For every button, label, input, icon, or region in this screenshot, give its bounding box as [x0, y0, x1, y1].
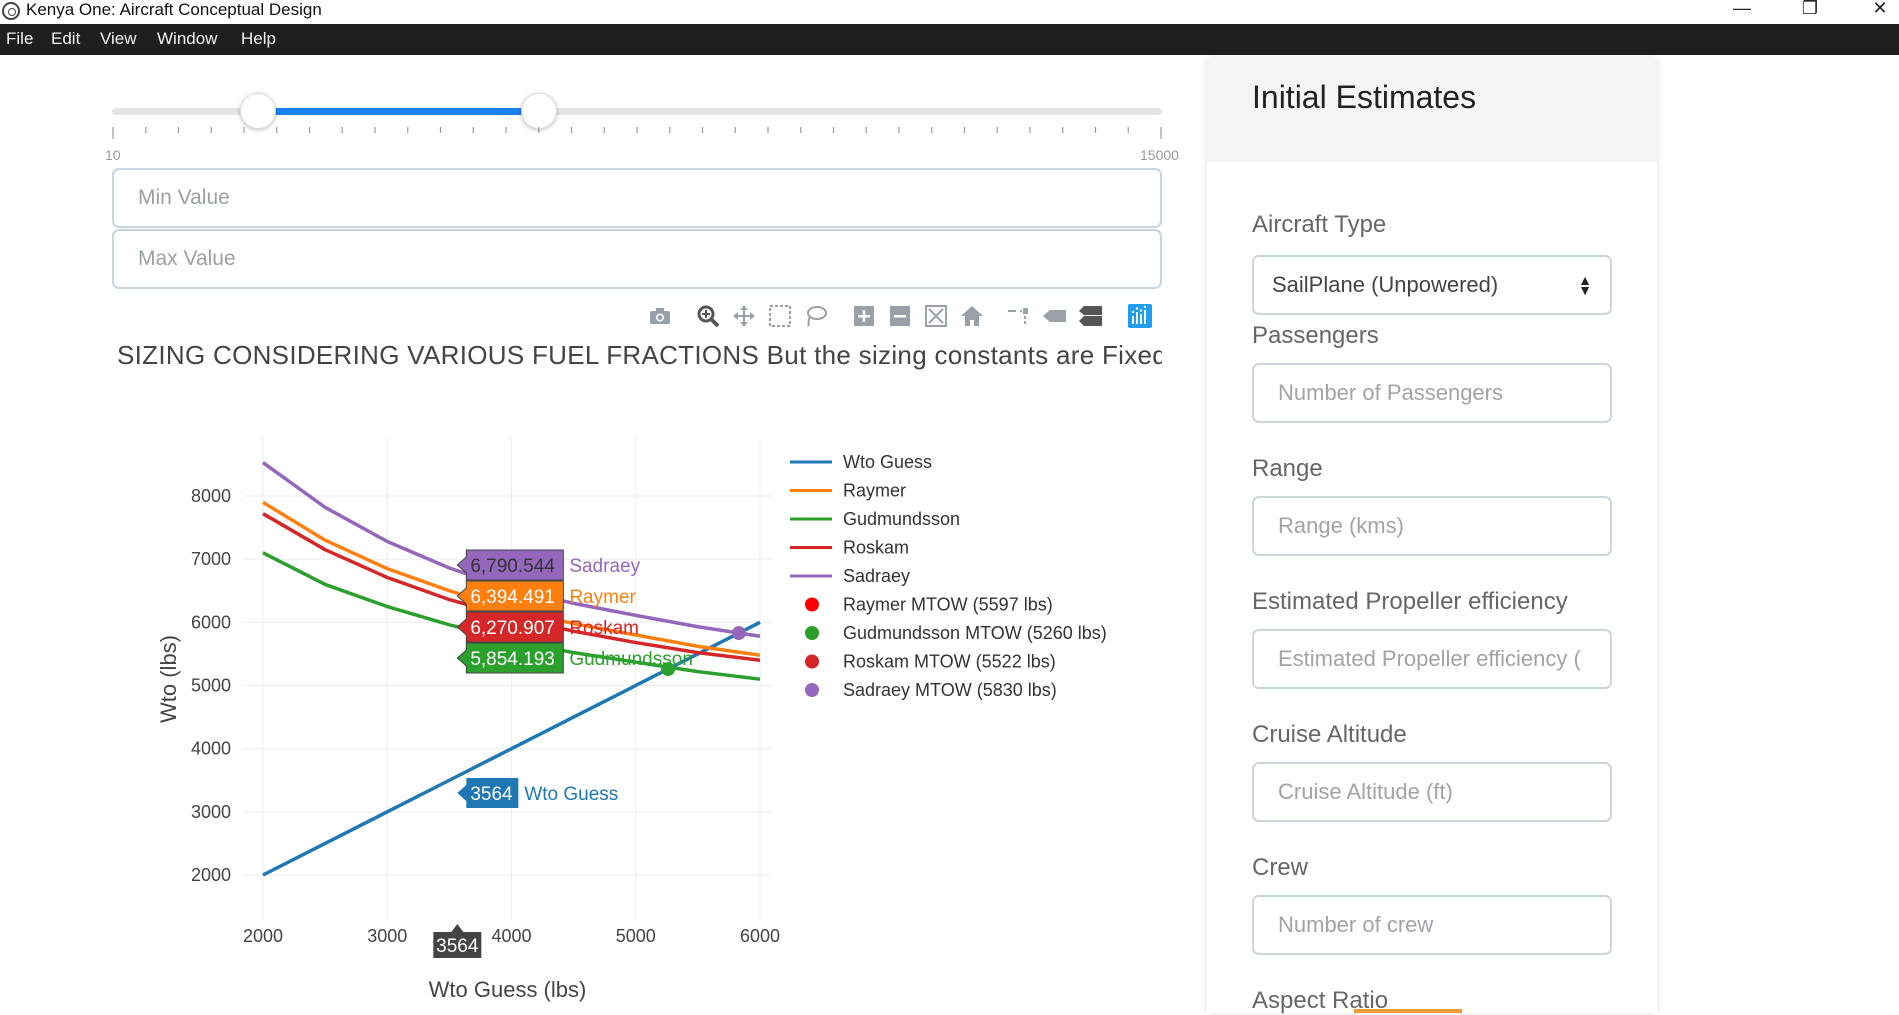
initial-estimates-panel: Initial Estimates Aircraft Type SailPlan… — [1207, 58, 1657, 1014]
legend-entry[interactable]: Roskam — [843, 538, 909, 558]
legend-entry[interactable]: Raymer MTOW (5597 lbs) — [843, 595, 1053, 615]
y-tick-label: 2000 — [191, 865, 231, 885]
hover-label-value: 6,394.491 — [470, 587, 555, 608]
legend-entry[interactable]: Gudmundsson MTOW (5260 lbs) — [843, 623, 1107, 643]
x-tick-label: 5000 — [616, 926, 656, 946]
hover-label-value: 5,854.193 — [470, 649, 555, 670]
hover-label-value: 6,790.544 — [470, 556, 555, 577]
passengers-label: Passengers — [1252, 322, 1379, 349]
mtow-point[interactable] — [731, 626, 746, 641]
y-tick-label: 8000 — [191, 486, 231, 506]
range-label: Range — [1252, 455, 1323, 482]
sizing-chart[interactable]: 6,790.544 Sadraey 6,394.491 Raymer 6,270.907… — [0, 0, 1200, 1013]
aircraft-type-select[interactable]: SailPlane (Unpowered) ▲ ▼ — [1252, 255, 1612, 315]
passengers-input[interactable]: Number of Passengers — [1252, 363, 1612, 423]
legend-entry[interactable]: Raymer — [843, 481, 906, 501]
y-tick-label: 3000 — [191, 802, 231, 822]
crew-input[interactable]: Number of crew — [1252, 895, 1612, 955]
aircraft-type-label: Aircraft Type — [1252, 211, 1387, 238]
legend-entry[interactable]: Wto Guess — [843, 452, 932, 472]
legend-marker[interactable] — [805, 654, 819, 669]
close-button[interactable]: ✕ — [1860, 0, 1899, 20]
crew-label: Crew — [1252, 854, 1309, 881]
legend-entry[interactable]: Gudmundsson — [843, 509, 960, 529]
y-axis-label: Wto (lbs) — [156, 635, 181, 723]
cruise-altitude-input[interactable]: Cruise Altitude (ft) — [1252, 762, 1612, 822]
y-tick-label: 7000 — [191, 549, 231, 569]
legend-marker[interactable] — [805, 626, 819, 640]
aspect-ratio-input-edge[interactable] — [1354, 1009, 1462, 1013]
x-tick-label: 3000 — [367, 926, 407, 946]
minimize-button[interactable]: — — [1722, 0, 1762, 20]
legend-marker[interactable] — [805, 683, 819, 697]
hover-label-name: Gudmundsson — [569, 649, 693, 670]
hover-label-name: Sadraey — [569, 556, 640, 577]
hover-label-value: 6,270.907 — [470, 618, 555, 639]
y-tick-label: 4000 — [191, 739, 231, 759]
legend-entry[interactable]: Roskam MTOW (5522 lbs) — [843, 652, 1056, 672]
hover-label-name: Wto Guess — [524, 784, 618, 805]
aircraft-type-value: SailPlane (Unpowered) — [1272, 272, 1499, 297]
propeller-efficiency-label: Estimated Propeller efficiency — [1252, 588, 1568, 615]
x-tick-label: 2000 — [243, 926, 283, 946]
y-tick-label: 6000 — [191, 612, 231, 632]
legend-marker[interactable] — [805, 597, 819, 612]
legend-entry[interactable]: Sadraey MTOW (5830 lbs) — [843, 680, 1057, 700]
x-axis-label: Wto Guess (lbs) — [429, 977, 587, 1002]
panel-title: Initial Estimates — [1252, 79, 1477, 115]
range-input[interactable]: Range (kms) — [1252, 496, 1612, 556]
hover-label-name: Raymer — [569, 587, 636, 608]
restore-button[interactable]: ❐ — [1790, 0, 1830, 20]
legend-entry[interactable]: Sadraey — [843, 566, 910, 586]
hover-x-label: 3564 — [436, 936, 479, 957]
panel-header: Initial Estimates — [1207, 58, 1657, 162]
cruise-altitude-label: Cruise Altitude — [1252, 721, 1407, 748]
y-tick-label: 5000 — [191, 676, 231, 696]
hover-label-name: Roskam — [569, 618, 639, 639]
x-tick-label: 4000 — [491, 926, 531, 946]
propeller-efficiency-input[interactable]: Estimated Propeller efficiency ( — [1252, 629, 1612, 689]
scrollbar[interactable] — [1889, 58, 1899, 1013]
x-tick-label: 6000 — [740, 926, 780, 946]
select-arrows-icon: ▲ ▼ — [1578, 272, 1592, 298]
hover-label-value: 3564 — [470, 784, 513, 805]
